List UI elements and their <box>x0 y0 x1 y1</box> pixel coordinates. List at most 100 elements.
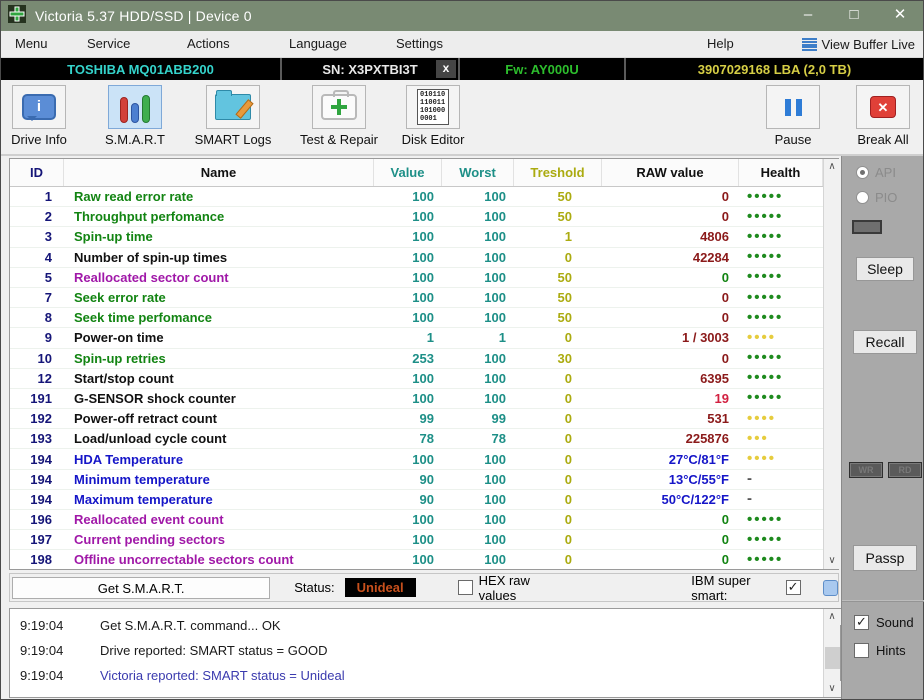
pause-button[interactable]: Pause <box>757 85 829 147</box>
api-radio-option[interactable]: API <box>842 165 924 180</box>
hints-checkbox[interactable] <box>854 643 869 658</box>
drive-info-bar: TOSHIBA MQ01ABB200 SN: X3PXTBI3T x Fw: A… <box>1 58 923 80</box>
cell-raw-value: 0 <box>721 512 729 528</box>
table-row[interactable]: 5 Reallocated sector count 100 100 50 0 ••••• <box>10 268 823 288</box>
table-scrollbar[interactable]: ∧ ∨ <box>823 159 841 569</box>
col-header-value[interactable]: Value <box>374 159 442 186</box>
table-row[interactable]: 3 Spin-up time 100 100 1 4806 ••••• <box>10 227 823 248</box>
pio-radio-option[interactable]: PIO <box>842 190 924 205</box>
sound-option[interactable]: Sound <box>842 614 924 630</box>
cell-name: Spin-up retries <box>74 350 166 366</box>
folder-pencil-icon <box>215 90 254 120</box>
hex-checkbox[interactable] <box>457 580 473 595</box>
buffer-list-icon <box>801 38 817 51</box>
log-timestamp: 9:19:04 <box>20 643 64 658</box>
col-header-treshold[interactable]: Treshold <box>514 159 602 186</box>
api-radio[interactable] <box>856 166 869 179</box>
health-indicator: •••• <box>747 409 777 427</box>
wr-button[interactable]: WR <box>849 462 883 478</box>
health-indicator: ••••• <box>747 268 784 286</box>
smart-button[interactable]: S.M.A.R.T <box>99 85 171 147</box>
hints-option[interactable]: Hints <box>842 643 924 658</box>
col-header-raw-value[interactable]: RAW value <box>602 159 739 186</box>
table-row[interactable]: 1 Raw read error rate 100 100 50 0 ••••• <box>10 187 823 208</box>
close-button[interactable]: ✕ <box>877 1 923 31</box>
pio-radio[interactable] <box>856 191 869 204</box>
disk-editor-button[interactable]: 010110 110011 101000 0001 Disk Editor <box>397 85 469 147</box>
table-row[interactable]: 7 Seek error rate 100 100 50 0 ••••• <box>10 288 823 309</box>
table-row[interactable]: 197 Current pending sectors 100 100 0 0 ••••• <box>10 530 823 551</box>
serial-close-button[interactable]: x <box>436 60 456 78</box>
smart-logs-button[interactable]: SMART Logs <box>195 85 271 147</box>
cell-treshold: 0 <box>564 552 572 568</box>
wr-rd-group: WR RD <box>849 462 924 478</box>
get-smart-button[interactable]: Get S.M.A.R.T. <box>12 576 271 599</box>
log-scrollbar[interactable]: ∧ ∨ <box>823 609 841 697</box>
col-header-name[interactable]: Name <box>64 159 374 186</box>
col-header-id[interactable]: ID <box>10 159 64 186</box>
api-label: API <box>875 165 896 180</box>
table-row[interactable]: 8 Seek time perfomance 100 100 50 0 ••••• <box>10 308 823 329</box>
table-row[interactable]: 10 Spin-up retries 253 100 30 0 ••••• <box>10 349 823 369</box>
ibm-indicator[interactable] <box>822 579 838 596</box>
log-scroll-down-icon[interactable]: ∨ <box>823 681 841 697</box>
menu-item-actions[interactable]: Actions <box>183 31 234 58</box>
table-row[interactable]: 192 Power-off retract count 99 99 0 531 •••• <box>10 409 823 430</box>
log-scroll-track[interactable] <box>824 625 841 681</box>
log-entry: 9:19:04 Victoria reported: SMART status =… <box>10 663 823 688</box>
cell-treshold: 0 <box>564 431 572 447</box>
log-timestamp: 9:19:04 <box>20 668 64 683</box>
table-row[interactable]: 194 Maximum temperature 90 100 0 50°C/122°F - <box>10 490 823 510</box>
menu-item-help[interactable]: Help <box>703 31 738 58</box>
scroll-down-icon[interactable]: ∨ <box>823 553 841 569</box>
cell-id: 191 <box>30 390 52 406</box>
cell-id: 196 <box>30 512 52 528</box>
cell-worst: 100 <box>484 451 506 467</box>
log-scroll-thumb[interactable] <box>824 647 840 670</box>
scroll-up-icon[interactable]: ∧ <box>823 159 841 175</box>
ibm-checkbox[interactable] <box>785 579 801 595</box>
status-bar: Get S.M.A.R.T. Status: Unideal HEX raw v… <box>9 572 839 603</box>
menu-item-service[interactable]: Service <box>83 31 134 58</box>
ibm-super-smart-option[interactable]: IBM super smart: <box>691 573 801 603</box>
log-scroll-up-icon[interactable]: ∧ <box>823 609 841 625</box>
table-row[interactable]: 198 Offline uncorrectable sectors count 10… <box>10 550 823 569</box>
cell-raw-value: 27°C/81°F <box>668 451 729 467</box>
minimize-button[interactable]: – <box>785 1 831 31</box>
table-row[interactable]: 191 G-SENSOR shock counter 100 100 0 19 ••••• <box>10 389 823 410</box>
test-repair-button[interactable]: Test & Repair <box>300 85 378 147</box>
view-buffer-live-button[interactable]: View Buffer Live <box>801 31 915 58</box>
hex-label: HEX raw values <box>478 572 530 603</box>
health-indicator: ••• <box>747 429 769 447</box>
cell-id: 194 <box>30 471 52 487</box>
table-row[interactable]: 12 Start/stop count 100 100 0 6395 ••••• <box>10 369 823 389</box>
health-indicator: - <box>747 490 754 508</box>
sleep-button[interactable]: Sleep <box>856 257 914 281</box>
recall-button[interactable]: Recall <box>853 330 917 354</box>
cell-value: 100 <box>412 370 434 386</box>
maximize-button[interactable]: □ <box>831 1 877 31</box>
table-row[interactable]: 194 HDA Temperature 100 100 0 27°C/81°F •••• <box>10 449 823 470</box>
hex-raw-values-option[interactable]: HEX raw values <box>457 572 560 603</box>
drive-info-button[interactable]: i Drive Info <box>3 85 75 147</box>
table-row[interactable]: 194 Minimum temperature 90 100 0 13°C/55°F - <box>10 470 823 490</box>
cell-value: 253 <box>412 350 434 366</box>
table-row[interactable]: 193 Load/unload cycle count 78 78 0 225876 ••• <box>10 429 823 450</box>
table-row[interactable]: 2 Throughput perfomance 100 100 50 0 ••••• <box>10 207 823 228</box>
rd-button[interactable]: RD <box>888 462 922 478</box>
pio-label: PIO <box>875 190 898 205</box>
menu-item-menu[interactable]: Menu <box>11 31 52 58</box>
table-scroll-track[interactable] <box>824 175 841 553</box>
menu-item-settings[interactable]: Settings <box>392 31 447 58</box>
sound-checkbox[interactable] <box>854 614 869 630</box>
col-header-health[interactable]: Health <box>739 159 823 186</box>
passp-button[interactable]: Passp <box>853 545 917 571</box>
table-row[interactable]: 196 Reallocated event count 100 100 0 0 ••••• <box>10 510 823 531</box>
cell-worst: 100 <box>484 310 506 326</box>
col-header-worst[interactable]: Worst <box>442 159 514 186</box>
table-row[interactable]: 4 Number of spin-up times 100 100 0 42284 ••••… <box>10 248 823 268</box>
cell-treshold: 50 <box>557 290 572 306</box>
menu-item-language[interactable]: Language <box>285 31 351 58</box>
table-row[interactable]: 9 Power-on time 1 1 0 1 / 3003 •••• <box>10 328 823 349</box>
break-all-button[interactable]: ✕ Break All <box>847 85 919 147</box>
